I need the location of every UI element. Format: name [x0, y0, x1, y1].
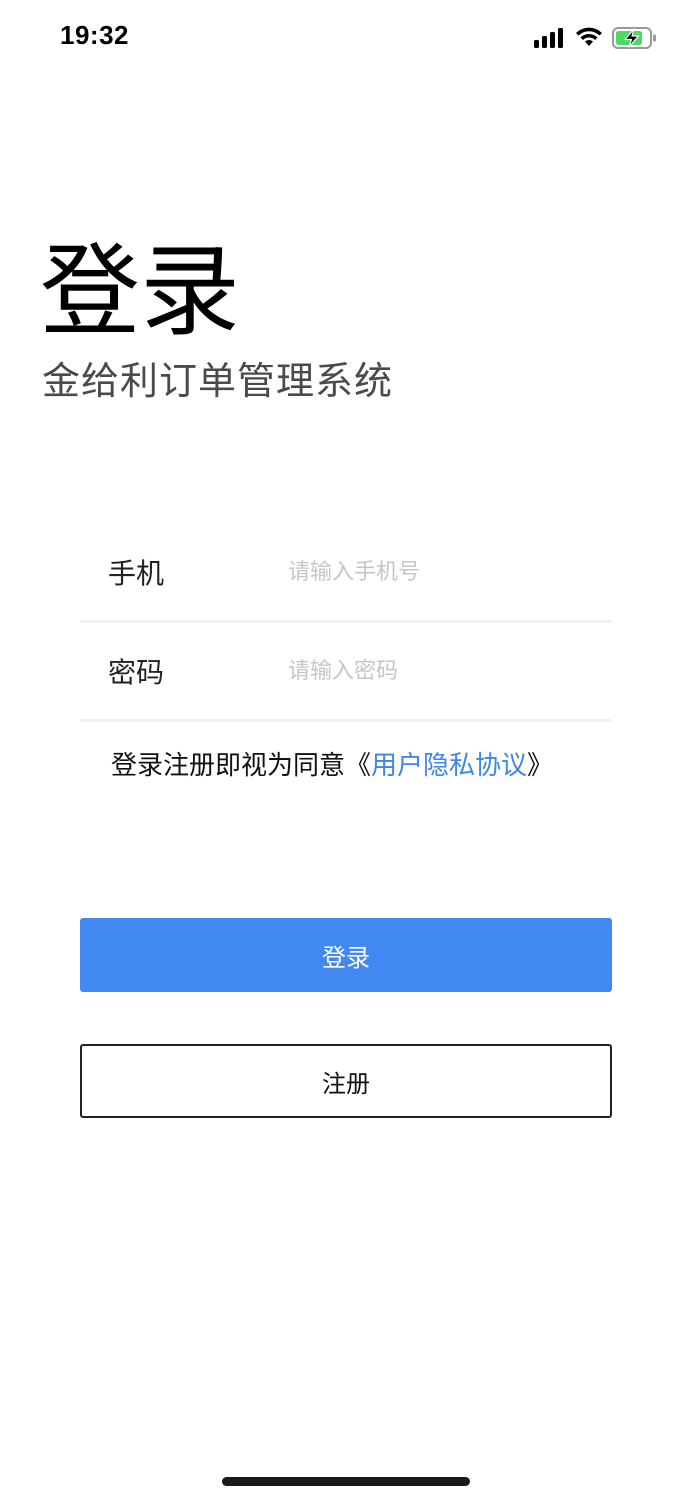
phone-label: 手机	[108, 557, 165, 590]
battery-charging-icon	[612, 27, 656, 49]
privacy-agreement-link[interactable]: 用户隐私协议	[371, 751, 527, 781]
password-input[interactable]	[288, 641, 588, 701]
phone-input[interactable]	[288, 542, 588, 602]
agreement-text: 登录注册即视为同意《用户隐私协议》	[111, 746, 553, 786]
home-indicator	[222, 1477, 470, 1486]
agreement-suffix: 》	[527, 751, 554, 781]
password-row: 密码	[80, 623, 612, 722]
login-button[interactable]: 登录	[80, 918, 612, 992]
login-form: 手机 密码	[80, 524, 612, 722]
agreement-prefix: 登录注册即视为同意《	[111, 751, 372, 781]
status-bar: 19:32	[0, 0, 693, 80]
wifi-icon	[576, 27, 602, 46]
phone-row: 手机	[80, 524, 612, 623]
status-time: 19:32	[60, 20, 129, 50]
register-button[interactable]: 注册	[80, 1044, 612, 1118]
page-title: 登录	[40, 233, 240, 350]
page-subtitle: 金给利订单管理系统	[42, 359, 394, 403]
password-label: 密码	[108, 656, 165, 689]
signal-icon	[534, 28, 563, 48]
